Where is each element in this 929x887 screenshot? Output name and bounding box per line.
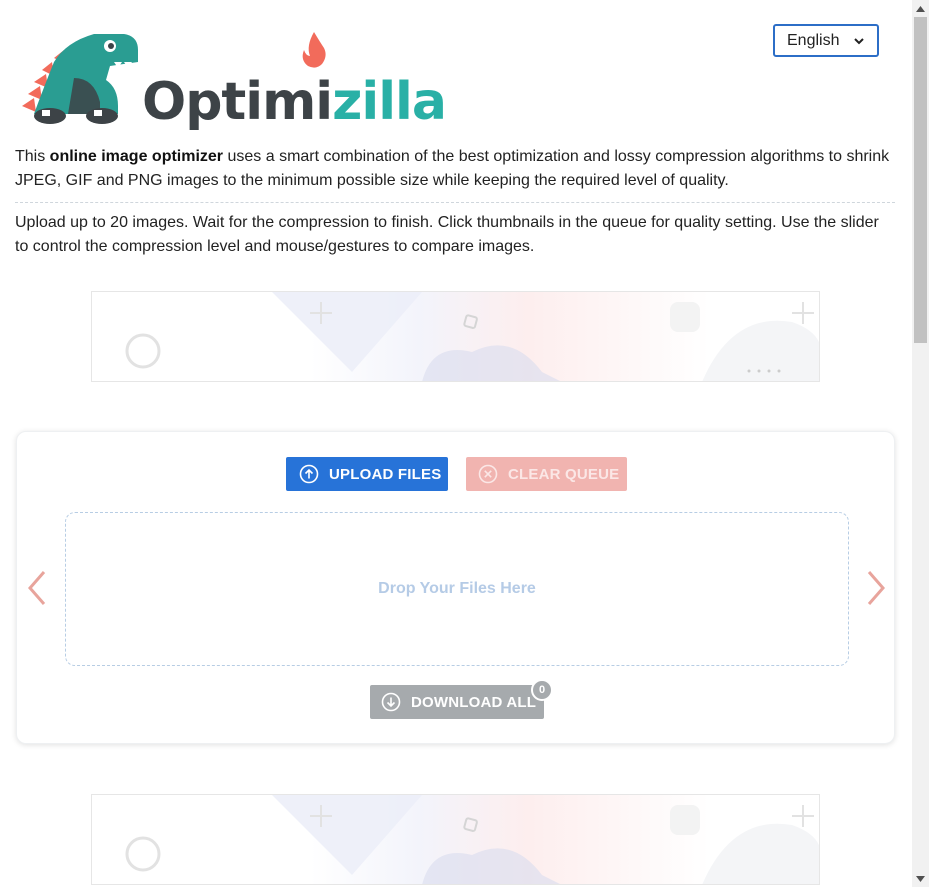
dinosaur-mascot-icon [22,34,138,124]
arrow-up-circle-icon [299,464,319,484]
upload-files-button[interactable]: UPLOAD FILES [286,457,448,491]
chevron-left-icon[interactable] [26,570,48,606]
ad-banner-top[interactable] [91,291,820,382]
logo-text-optimi: Optimi [142,72,333,132]
download-all-button[interactable]: DOWNLOAD ALL [370,685,544,719]
scroll-down-arrow-icon[interactable] [912,870,929,887]
clear-queue-label: CLEAR QUEUE [508,465,620,483]
drop-zone[interactable]: Drop Your Files Here [65,512,849,666]
ad-placeholder-graphic [125,292,819,381]
arrow-down-circle-icon [381,692,401,712]
intro-bold: online image optimizer [49,148,224,165]
logo-wordmark: Optimizilla [142,72,447,132]
intro-text: This online image optimizer uses a smart… [15,145,895,193]
intro-prefix: This [15,148,50,165]
page: Optimizilla English This online image op… [0,0,912,887]
scrollbar-thumb[interactable] [914,17,927,343]
instructions-text: Upload up to 20 images. Wait for the com… [15,214,879,255]
divider [15,202,895,203]
chevron-down-icon [854,38,864,45]
language-select[interactable]: English [773,24,879,57]
download-count-badge: 0 [531,679,553,701]
ad-placeholder-graphic [125,795,819,884]
logo-text-zilla: zilla [332,72,447,132]
vertical-scrollbar[interactable] [912,0,929,887]
optimizilla-logo[interactable]: Optimizilla [14,22,447,130]
chevron-right-icon[interactable] [865,570,887,606]
flame-icon [302,32,326,68]
clear-queue-button[interactable]: CLEAR QUEUE [466,457,627,491]
ad-banner-bottom[interactable] [91,794,820,885]
scroll-up-arrow-icon[interactable] [912,0,929,17]
upload-files-label: UPLOAD FILES [329,465,442,483]
uploader-panel: UPLOAD FILES CLEAR QUEUE Drop Your Files… [16,431,895,744]
language-select-value: English [787,31,840,49]
drop-zone-text: Drop Your Files Here [378,580,536,597]
x-circle-icon [478,464,498,484]
download-all-label: DOWNLOAD ALL [411,693,537,711]
